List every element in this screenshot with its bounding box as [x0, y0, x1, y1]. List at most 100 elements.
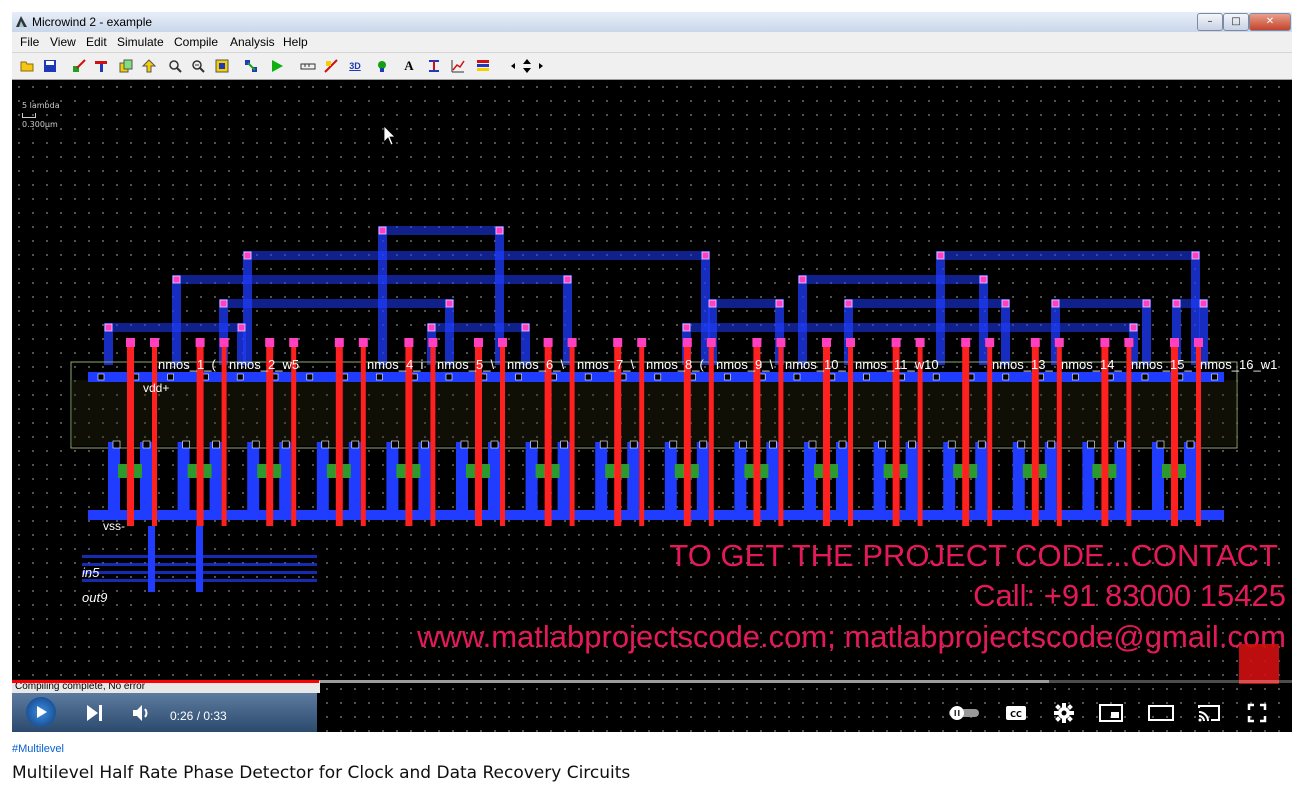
open-icon[interactable]: [18, 57, 36, 75]
gate-contact: [543, 338, 553, 347]
play-icon[interactable]: [26, 697, 56, 727]
transistor-label: nmos_8_(: [646, 357, 704, 372]
microwind-app-icon: [16, 16, 27, 27]
progress-bar[interactable]: [12, 680, 1292, 683]
via-contact: [1001, 299, 1010, 308]
drain-contact: [351, 440, 360, 449]
video-player[interactable]: Microwind 2 - example – □ ✕ File View Ed…: [12, 12, 1292, 732]
cut-icon[interactable]: [322, 57, 340, 75]
menu-simulate[interactable]: Simulate: [117, 35, 164, 49]
transistor-metal: [247, 442, 260, 520]
menu-help[interactable]: Help: [283, 35, 308, 49]
transistor-label: nmos_11_w10: [855, 357, 939, 372]
close-button[interactable]: ✕: [1249, 13, 1291, 31]
run-simulation-icon[interactable]: [268, 57, 286, 75]
hashtag-link[interactable]: #Multilevel: [12, 743, 64, 755]
transistor-metal: [177, 442, 190, 520]
fullscreen-icon[interactable]: [1245, 701, 1269, 725]
node-icon[interactable]: [373, 57, 391, 75]
source-contact: [878, 440, 886, 449]
rail-contact: [97, 373, 105, 381]
transistor-label: nmos_9_\: [716, 357, 773, 372]
draw-icon[interactable]: [70, 57, 88, 75]
window-title: Microwind 2 - example: [32, 15, 153, 29]
transistor-metal: [488, 442, 500, 520]
poly-gate: [430, 342, 436, 526]
gate-contact: [846, 338, 855, 347]
next-icon[interactable]: [82, 701, 106, 725]
source-contact: [1017, 440, 1026, 449]
via-contact: [495, 226, 504, 235]
drain-contact: [838, 440, 847, 449]
autoplay-toggle-icon[interactable]: [947, 701, 981, 725]
source-contact: [460, 440, 469, 449]
3d-view-icon[interactable]: 3D: [346, 57, 364, 75]
connection-icon[interactable]: [242, 57, 260, 75]
layers-icon[interactable]: [474, 57, 492, 75]
captions-icon[interactable]: CC: [1004, 701, 1028, 725]
rail-contact: [793, 373, 801, 381]
transistor-metal: [1082, 442, 1095, 520]
navigate-icon[interactable]: [509, 57, 545, 75]
zoom-out-icon[interactable]: [189, 57, 207, 75]
volume-icon[interactable]: [130, 701, 154, 725]
menu-analysis[interactable]: Analysis: [230, 35, 275, 49]
transistor-metal: [664, 442, 677, 520]
poly-gate: [708, 342, 714, 526]
poly-gate: [127, 342, 134, 526]
poly-gate: [848, 342, 853, 526]
drain-contact: [421, 440, 429, 449]
via-contact: [979, 275, 988, 284]
text-icon[interactable]: A: [400, 57, 418, 75]
rail-contact: [932, 373, 940, 381]
process-icon[interactable]: [425, 57, 443, 75]
gate-contact: [961, 338, 971, 347]
transistor-metal: [386, 442, 399, 520]
transistor-metal: [316, 442, 329, 520]
metal-route-horizontal: [936, 251, 1200, 260]
graph-icon[interactable]: [449, 57, 467, 75]
settings-icon[interactable]: [1052, 701, 1076, 725]
poly-gate: [221, 342, 227, 526]
measure-icon[interactable]: [299, 57, 317, 75]
source-contact: [251, 440, 260, 449]
menu-compile[interactable]: Compile: [174, 35, 218, 49]
toolbar: 3D A: [12, 53, 1292, 80]
transistor-metal: [348, 442, 361, 520]
gate-contact: [915, 338, 925, 347]
save-icon[interactable]: [41, 57, 59, 75]
overlay-phone-line: Call: +91 83000 15425: [973, 578, 1286, 613]
zoom-in-icon[interactable]: [166, 57, 184, 75]
transistor-metal: [418, 442, 431, 520]
gate-contact: [150, 338, 159, 347]
via-contact: [445, 299, 454, 308]
gate-contact: [334, 338, 344, 347]
transistor-metal: [804, 442, 816, 520]
menu-edit[interactable]: Edit: [86, 35, 107, 49]
gate-contact: [752, 338, 762, 347]
transistor-metal: [696, 442, 709, 520]
vdd-label: vdd+: [143, 381, 169, 395]
poly-gate: [360, 342, 366, 526]
output-label: out9: [82, 590, 107, 605]
minimize-button[interactable]: –: [1197, 13, 1223, 31]
poly-gate: [569, 342, 575, 526]
menu-view[interactable]: View: [50, 35, 76, 49]
video-title: Multilevel Half Rate Phase Detector for …: [12, 763, 631, 783]
stretch-icon[interactable]: [140, 57, 158, 75]
drain-contact: [281, 440, 290, 449]
copy-icon[interactable]: [117, 57, 135, 75]
maximize-button[interactable]: □: [1223, 13, 1249, 31]
cast-icon[interactable]: [1197, 701, 1221, 725]
source-contact: [669, 440, 678, 449]
via-contact: [237, 323, 246, 332]
via-contact: [936, 251, 945, 260]
generator-icon[interactable]: [92, 57, 110, 75]
view-all-icon[interactable]: [213, 57, 231, 75]
layout-canvas[interactable]: 5 lambda 0.300µm nmos_1_(nmos_2_w5 nmos_4…: [12, 80, 1292, 732]
miniplayer-icon[interactable]: [1099, 701, 1123, 725]
menu-file[interactable]: File: [20, 35, 39, 49]
theater-mode-icon[interactable]: [1147, 701, 1175, 725]
via-contact: [1142, 299, 1151, 308]
via-contact: [1129, 323, 1138, 332]
